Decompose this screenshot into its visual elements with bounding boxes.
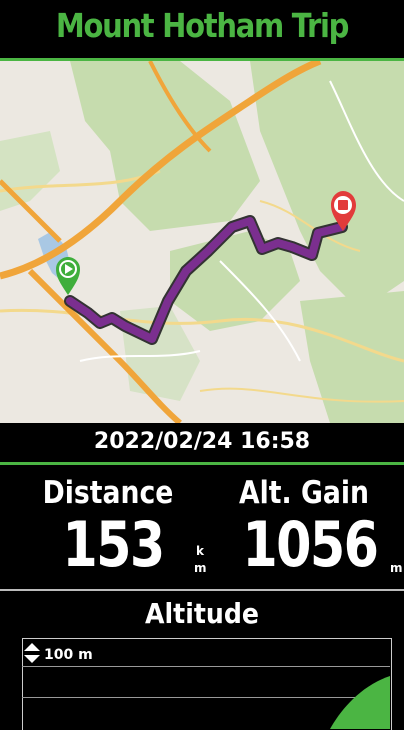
map-canvas — [0, 61, 404, 423]
distance-unit-bottom: m — [194, 561, 207, 575]
altitude-scale: 100 m — [44, 647, 93, 663]
date-underline — [0, 462, 404, 465]
distance-value: 153 — [62, 508, 165, 581]
trip-date: 2022/02/24 16:58 — [93, 429, 311, 454]
altitude-profile — [330, 676, 390, 729]
zoom-arrows-icon[interactable] — [22, 640, 42, 666]
alt-gain-value: 1056 — [242, 508, 379, 581]
alt-gain-unit: m — [390, 561, 403, 575]
altitude-label: Altitude — [145, 597, 259, 630]
distance-label: Distance — [42, 475, 174, 511]
alt-gain-label: Alt. Gain — [239, 475, 369, 511]
chart-gridline — [22, 666, 390, 667]
page-title: Mount Hotham Trip — [55, 6, 350, 45]
route-map[interactable] — [0, 61, 404, 423]
section-divider — [0, 589, 404, 591]
distance-unit-top: k — [196, 544, 204, 558]
